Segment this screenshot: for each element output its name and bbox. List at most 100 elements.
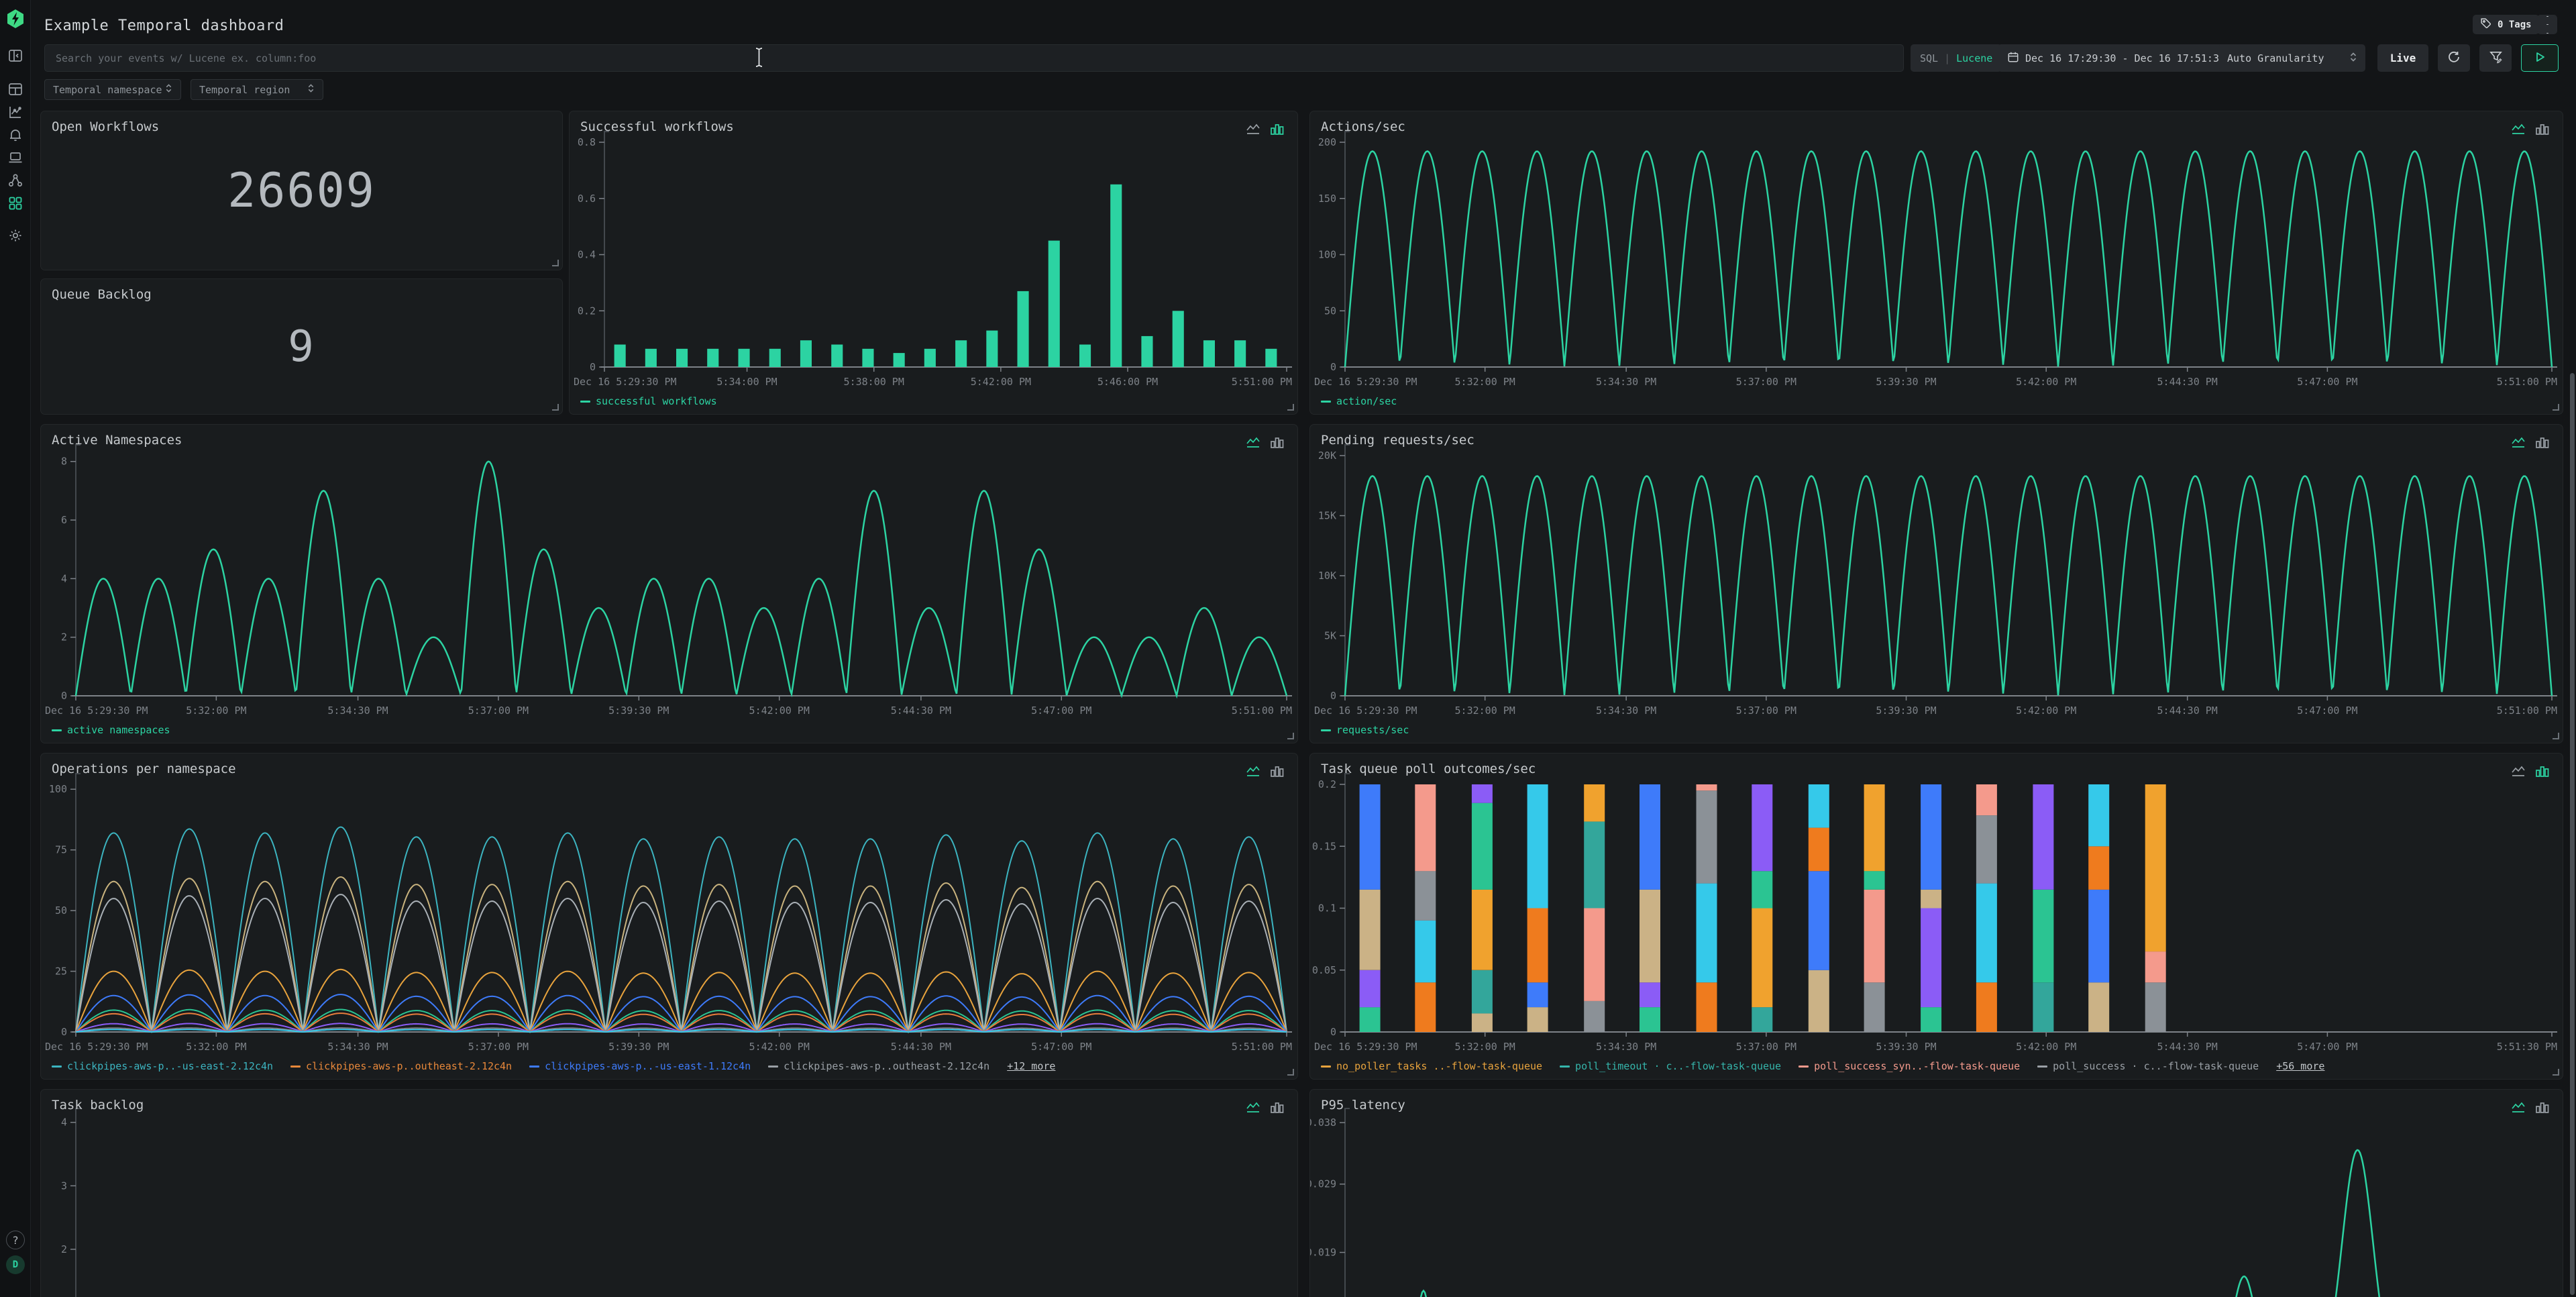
resize-handle[interactable] [2553,733,2559,739]
svg-text:5:42:00 PM: 5:42:00 PM [971,376,1031,388]
query-language-toggle[interactable]: SQL | Lucene [1911,44,2002,72]
legend-item[interactable]: poll_success_syn..-flow-task-queue [1799,1060,2020,1072]
pending-requests-chart[interactable]: 05K10K15K20KDec 16 5:29:30 PM5:32:00 PM5… [1310,425,2563,743]
resize-handle[interactable] [1287,1069,1294,1076]
live-button[interactable]: Live [2377,44,2428,72]
svg-text:5:44:30 PM: 5:44:30 PM [2157,376,2218,388]
line-chart-toggle-icon[interactable] [1245,1100,1261,1115]
scrollbar[interactable] [2570,373,2575,1295]
svg-text:5:47:00 PM: 5:47:00 PM [2297,705,2357,717]
resize-handle[interactable] [552,260,559,266]
refresh-button[interactable] [2438,44,2470,72]
svg-text:3: 3 [61,1180,67,1192]
legend-dash [1560,1066,1570,1068]
panel-active-namespaces: Active Namespaces 02468Dec 16 5:29:30 PM… [40,424,1298,743]
sidebar-item-dashboards-icon[interactable] [7,195,24,212]
task-queue-poll-outcomes-chart[interactable]: 00.050.10.150.2Dec 16 5:29:30 PM5:32:00 … [1310,754,2563,1079]
panel-successful-workflows: Successful workflows 00.20.40.60.8Dec 16… [569,111,1298,415]
panel-title: Successful workflows [580,119,734,134]
sidebar-item-analytics-icon[interactable] [7,103,24,121]
sidebar-item-hosts-icon[interactable] [7,149,24,166]
operations-per-namespace-chart[interactable]: 0255075100Dec 16 5:29:30 PM5:32:00 PM5:3… [41,754,1297,1079]
svg-text:5:39:30 PM: 5:39:30 PM [608,705,669,717]
sidebar-item-traces-icon[interactable] [7,172,24,189]
svg-text:5:42:00 PM: 5:42:00 PM [749,705,810,717]
bar-chart-toggle-icon[interactable] [1269,435,1285,450]
resize-handle[interactable] [552,404,559,411]
tag-icon [2480,17,2491,32]
legend-dash [52,1066,62,1068]
legend-item[interactable]: no_poller_tasks ..-flow-task-queue [1321,1060,1542,1072]
legend-dash [580,401,590,403]
svg-text:5:47:00 PM: 5:47:00 PM [1031,1041,1091,1053]
legend-item[interactable]: clickpipes-aws-p..outheast-2.12c4n [290,1060,512,1072]
svg-text:5:37:00 PM: 5:37:00 PM [468,1041,529,1053]
line-chart-toggle-icon[interactable] [2510,122,2526,137]
user-avatar[interactable]: D [6,1255,25,1274]
help-button[interactable]: ? [6,1231,25,1249]
filter-chip-temporal-region[interactable]: Temporal region [191,79,323,100]
svg-text:5:37:00 PM: 5:37:00 PM [468,705,529,717]
granularity-select[interactable]: Auto Granularity [2219,44,2365,72]
panel-title: Queue Backlog [52,287,152,302]
sidebar-item-tables-icon[interactable] [7,81,24,98]
line-chart-toggle-icon[interactable] [2510,435,2526,450]
actions-sec-chart[interactable]: 050100150200Dec 16 5:29:30 PM5:32:00 PM5… [1310,111,2563,414]
sidebar-item-alerts-icon[interactable] [7,126,24,144]
resize-handle[interactable] [1287,404,1294,411]
active-namespaces-chart[interactable]: 02468Dec 16 5:29:30 PM5:32:00 PM5:34:30 … [41,425,1297,743]
resize-handle[interactable] [2553,1069,2559,1076]
p95-latency-chart[interactable]: 0.0380.0290.019 [1310,1090,2563,1297]
bar-chart-toggle-icon[interactable] [1269,1100,1285,1115]
svg-text:200: 200 [1318,136,1336,148]
legend-item[interactable]: clickpipes-aws-p..-us-east-1.12c4n [529,1060,751,1072]
sidebar-panel-toggle-icon[interactable] [7,47,24,64]
legend-item[interactable]: poll_success · c..-flow-task-queue [2037,1060,2259,1072]
bar-chart-toggle-icon[interactable] [2534,435,2551,450]
filter-edit-button[interactable] [2479,44,2512,72]
resize-handle[interactable] [1287,733,1294,739]
panel-queue-backlog: Queue Backlog 9 [40,278,563,415]
svg-text:5:34:30 PM: 5:34:30 PM [1596,1041,1656,1053]
app-logo-icon[interactable] [5,9,25,29]
successful-workflows-chart[interactable]: 00.20.40.60.8Dec 16 5:29:30 PM5:34:00 PM… [570,111,1297,414]
svg-text:15K: 15K [1318,510,1336,522]
legend-item[interactable]: action/sec [1321,395,1397,407]
task-backlog-chart[interactable]: 4321 [41,1090,1297,1297]
legend-item[interactable]: clickpipes-aws-p..outheast-2.12c4n [768,1060,989,1072]
line-chart-toggle-icon[interactable] [2510,764,2526,779]
bar-chart-toggle-icon[interactable] [2534,1100,2551,1115]
time-range-picker[interactable]: Dec 16 17:29:30 - Dec 16 17:51:30 [1998,44,2235,72]
sidebar-item-settings-icon[interactable] [7,227,24,244]
bar-chart-toggle-icon[interactable] [1269,122,1285,137]
svg-text:100: 100 [1318,249,1336,261]
legend-more-link[interactable]: +56 more [2276,1060,2324,1072]
line-chart-toggle-icon[interactable] [2510,1100,2526,1115]
legend-item[interactable]: clickpipes-aws-p..-us-east-2.12c4n [52,1060,273,1072]
bar-chart-toggle-icon[interactable] [2534,122,2551,137]
legend-more-link[interactable]: +12 more [1007,1060,1055,1072]
filter-chip-temporal-namespace[interactable]: Temporal namespace [44,79,181,100]
resize-handle[interactable] [2553,404,2559,411]
legend-item[interactable]: active namespaces [52,724,170,736]
bar-chart-toggle-icon[interactable] [2534,764,2551,779]
svg-text:5:32:00 PM: 5:32:00 PM [1455,705,1515,717]
svg-text:5:32:00 PM: 5:32:00 PM [1455,1041,1515,1053]
svg-text:5:42:00 PM: 5:42:00 PM [2016,376,2076,388]
tags-button[interactable]: 0 Tags [2473,15,2539,34]
legend-dash [768,1066,778,1068]
legend-item[interactable]: poll_timeout · c..-flow-task-queue [1560,1060,1781,1072]
bar-chart-toggle-icon[interactable] [1269,764,1285,779]
svg-text:Dec 16 5:29:30 PM: Dec 16 5:29:30 PM [1314,1041,1417,1053]
svg-text:0.019: 0.019 [1310,1247,1336,1259]
line-chart-toggle-icon[interactable] [1245,764,1261,779]
line-chart-toggle-icon[interactable] [1245,435,1261,450]
svg-text:5:32:00 PM: 5:32:00 PM [1455,376,1515,388]
panel-title: Open Workflows [52,119,159,134]
search-input[interactable] [44,44,1904,72]
run-query-button[interactable] [2521,44,2559,72]
line-chart-toggle-icon[interactable] [1245,122,1261,137]
legend-item[interactable]: successful workflows [580,395,717,407]
legend-item[interactable]: requests/sec [1321,724,1409,736]
more-menu-button[interactable] [2537,15,2557,34]
